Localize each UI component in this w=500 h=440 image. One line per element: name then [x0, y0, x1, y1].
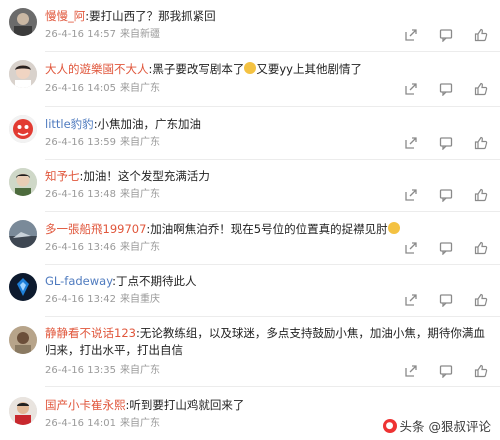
like-icon[interactable] [474, 188, 488, 202]
comment-item: 慢慢_阿:要打山西了？那我抓紧回 26-4-16 14:57 来自新疆 [0, 0, 500, 52]
comment-icon[interactable] [439, 241, 453, 255]
comment-meta: 26-4-16 13:42 来自重庆 [45, 293, 160, 307]
avatar[interactable] [9, 273, 37, 301]
comment-text-line: GL-fadeway:丁点不期待此人 [45, 273, 492, 289]
username[interactable]: 慢慢_阿 [45, 9, 85, 23]
comment-text: :听到要打山鸡就回来了 [125, 398, 245, 412]
comment-text-line: 静静看不说话123:无论教练组，以及球迷，多点支持鼓励小焦，加油小焦，期待你满血… [45, 325, 488, 359]
username[interactable]: 知予七 [45, 169, 80, 183]
emoji-icon [244, 62, 257, 74]
comment-item: 大人的遊樂園不大人:黑子要改写剧本了 又要yy上其他剧情了 26-4-16 14:… [0, 52, 500, 107]
avatar[interactable] [9, 168, 37, 196]
like-icon[interactable] [474, 364, 488, 378]
like-icon[interactable] [474, 136, 488, 150]
comment-text-line: 知予七:加油！这个发型充满活力 [45, 168, 492, 184]
comment-actions [404, 241, 488, 255]
comment-date: 26-4-16 14:57 [45, 29, 117, 40]
comment-actions [404, 364, 488, 378]
username[interactable]: 大人的遊樂園不大人 [45, 62, 149, 76]
comment-text-line: 国产小卡崔永熙:听到要打山鸡就回来了 [45, 397, 492, 413]
share-icon[interactable] [404, 241, 418, 255]
avatar[interactable] [9, 115, 37, 143]
share-icon[interactable] [404, 188, 418, 202]
comment-icon[interactable] [439, 364, 453, 378]
comment-actions [404, 136, 488, 150]
username[interactable]: 静静看不说话123 [45, 326, 136, 340]
like-icon[interactable] [474, 293, 488, 307]
share-icon[interactable] [404, 293, 418, 307]
comment-date: 26-4-16 13:35 [45, 365, 117, 376]
username[interactable]: 多一張船飛199707 [45, 222, 146, 236]
emoji-icon [387, 222, 400, 234]
comment-text: :加油啊焦泊乔！现在5号位的位置真的捉襟见肘 [146, 222, 388, 236]
share-icon[interactable] [404, 136, 418, 150]
share-icon[interactable] [404, 364, 418, 378]
comment-location: 来自广东 [120, 189, 161, 200]
like-icon[interactable] [474, 82, 488, 96]
comment-location: 来自重庆 [120, 294, 161, 305]
share-icon[interactable] [404, 82, 418, 96]
comment-actions [404, 293, 488, 307]
comment-item: 知予七:加油！这个发型充满活力 26-4-16 13:48 来自广东 [0, 160, 500, 212]
comment-meta: 26-4-16 13:46 来自广东 [45, 241, 160, 255]
comment-date: 26-4-16 13:42 [45, 294, 117, 305]
username[interactable]: GL-fadeway [45, 274, 112, 288]
comment-text: :小焦加油，广东加油 [93, 117, 202, 131]
comment-text-line: 慢慢_阿:要打山西了？那我抓紧回 [45, 8, 492, 24]
comment-text-line: little豹豹:小焦加油，广东加油 [45, 116, 492, 132]
comment-meta: 26-4-16 14:01 来自广东 [45, 417, 160, 431]
avatar[interactable] [9, 397, 37, 425]
comment-text-line: 大人的遊樂園不大人:黑子要改写剧本了 又要yy上其他剧情了 [45, 61, 492, 77]
comment-location: 来自广东 [120, 418, 161, 429]
watermark-logo-icon: ● [382, 418, 397, 433]
username[interactable]: 国产小卡崔永熙 [45, 398, 126, 412]
comment-location: 来自新疆 [120, 29, 161, 40]
like-icon[interactable] [474, 241, 488, 255]
like-icon[interactable] [474, 28, 488, 42]
comment-meta: 26-4-16 13:59 来自广东 [45, 136, 160, 150]
comment-meta: 26-4-16 13:35 来自广东 [45, 364, 160, 378]
comment-meta: 26-4-16 13:48 来自广东 [45, 188, 160, 202]
comment-location: 来自广东 [120, 137, 161, 148]
comment-text: :加油！这个发型充满活力 [79, 169, 210, 183]
comment-actions [404, 28, 488, 42]
comment-item: GL-fadeway:丁点不期待此人 26-4-16 13:42 来自重庆 [0, 265, 500, 317]
comment-date: 26-4-16 14:05 [45, 83, 117, 94]
watermark-text: 头条 @狠叔评论 [399, 419, 491, 434]
comment-item: little豹豹:小焦加油，广东加油 26-4-16 13:59 来自广东 [0, 107, 500, 160]
comment-text: :丁点不期待此人 [112, 274, 197, 288]
comment-location: 来自广东 [120, 242, 161, 253]
comment-text: :要打山西了？那我抓紧回 [85, 9, 216, 23]
comment-item: 静静看不说话123:无论教练组，以及球迷，多点支持鼓励小焦，加油小焦，期待你满血… [0, 317, 500, 387]
comment-meta: 26-4-16 14:57 来自新疆 [45, 28, 160, 42]
username[interactable]: little豹豹 [45, 117, 94, 131]
share-icon[interactable] [404, 28, 418, 42]
comment-date: 26-4-16 13:48 [45, 189, 117, 200]
comment-location: 来自广东 [120, 83, 161, 94]
comment-actions [404, 82, 488, 96]
avatar[interactable] [9, 60, 37, 88]
comment-date: 26-4-16 13:59 [45, 137, 117, 148]
comment-list: 慢慢_阿:要打山西了？那我抓紧回 26-4-16 14:57 来自新疆 大人的遊樂… [0, 0, 500, 440]
comment-actions [404, 188, 488, 202]
comment-icon[interactable] [439, 82, 453, 96]
comment-icon[interactable] [439, 293, 453, 307]
comment-item: 多一張船飛199707:加油啊焦泊乔！现在5号位的位置真的捉襟见肘 26-4-1… [0, 212, 500, 265]
avatar[interactable] [9, 8, 37, 36]
comment-text-continued: 又要yy上其他剧情了 [256, 62, 362, 76]
comment-date: 26-4-16 14:01 [45, 418, 117, 429]
comment-icon[interactable] [439, 136, 453, 150]
avatar[interactable] [9, 326, 37, 354]
comment-text: :黑子要改写剧本了 [148, 62, 245, 76]
avatar[interactable] [9, 220, 37, 248]
comment-meta: 26-4-16 14:05 来自广东 [45, 82, 160, 96]
comment-icon[interactable] [439, 28, 453, 42]
comment-date: 26-4-16 13:46 [45, 242, 117, 253]
comment-text-line: 多一張船飛199707:加油啊焦泊乔！现在5号位的位置真的捉襟见肘 [45, 221, 492, 237]
comment-icon[interactable] [439, 188, 453, 202]
comment-location: 来自广东 [120, 365, 161, 376]
watermark: ● 头条 @狠叔评论 [379, 415, 494, 436]
